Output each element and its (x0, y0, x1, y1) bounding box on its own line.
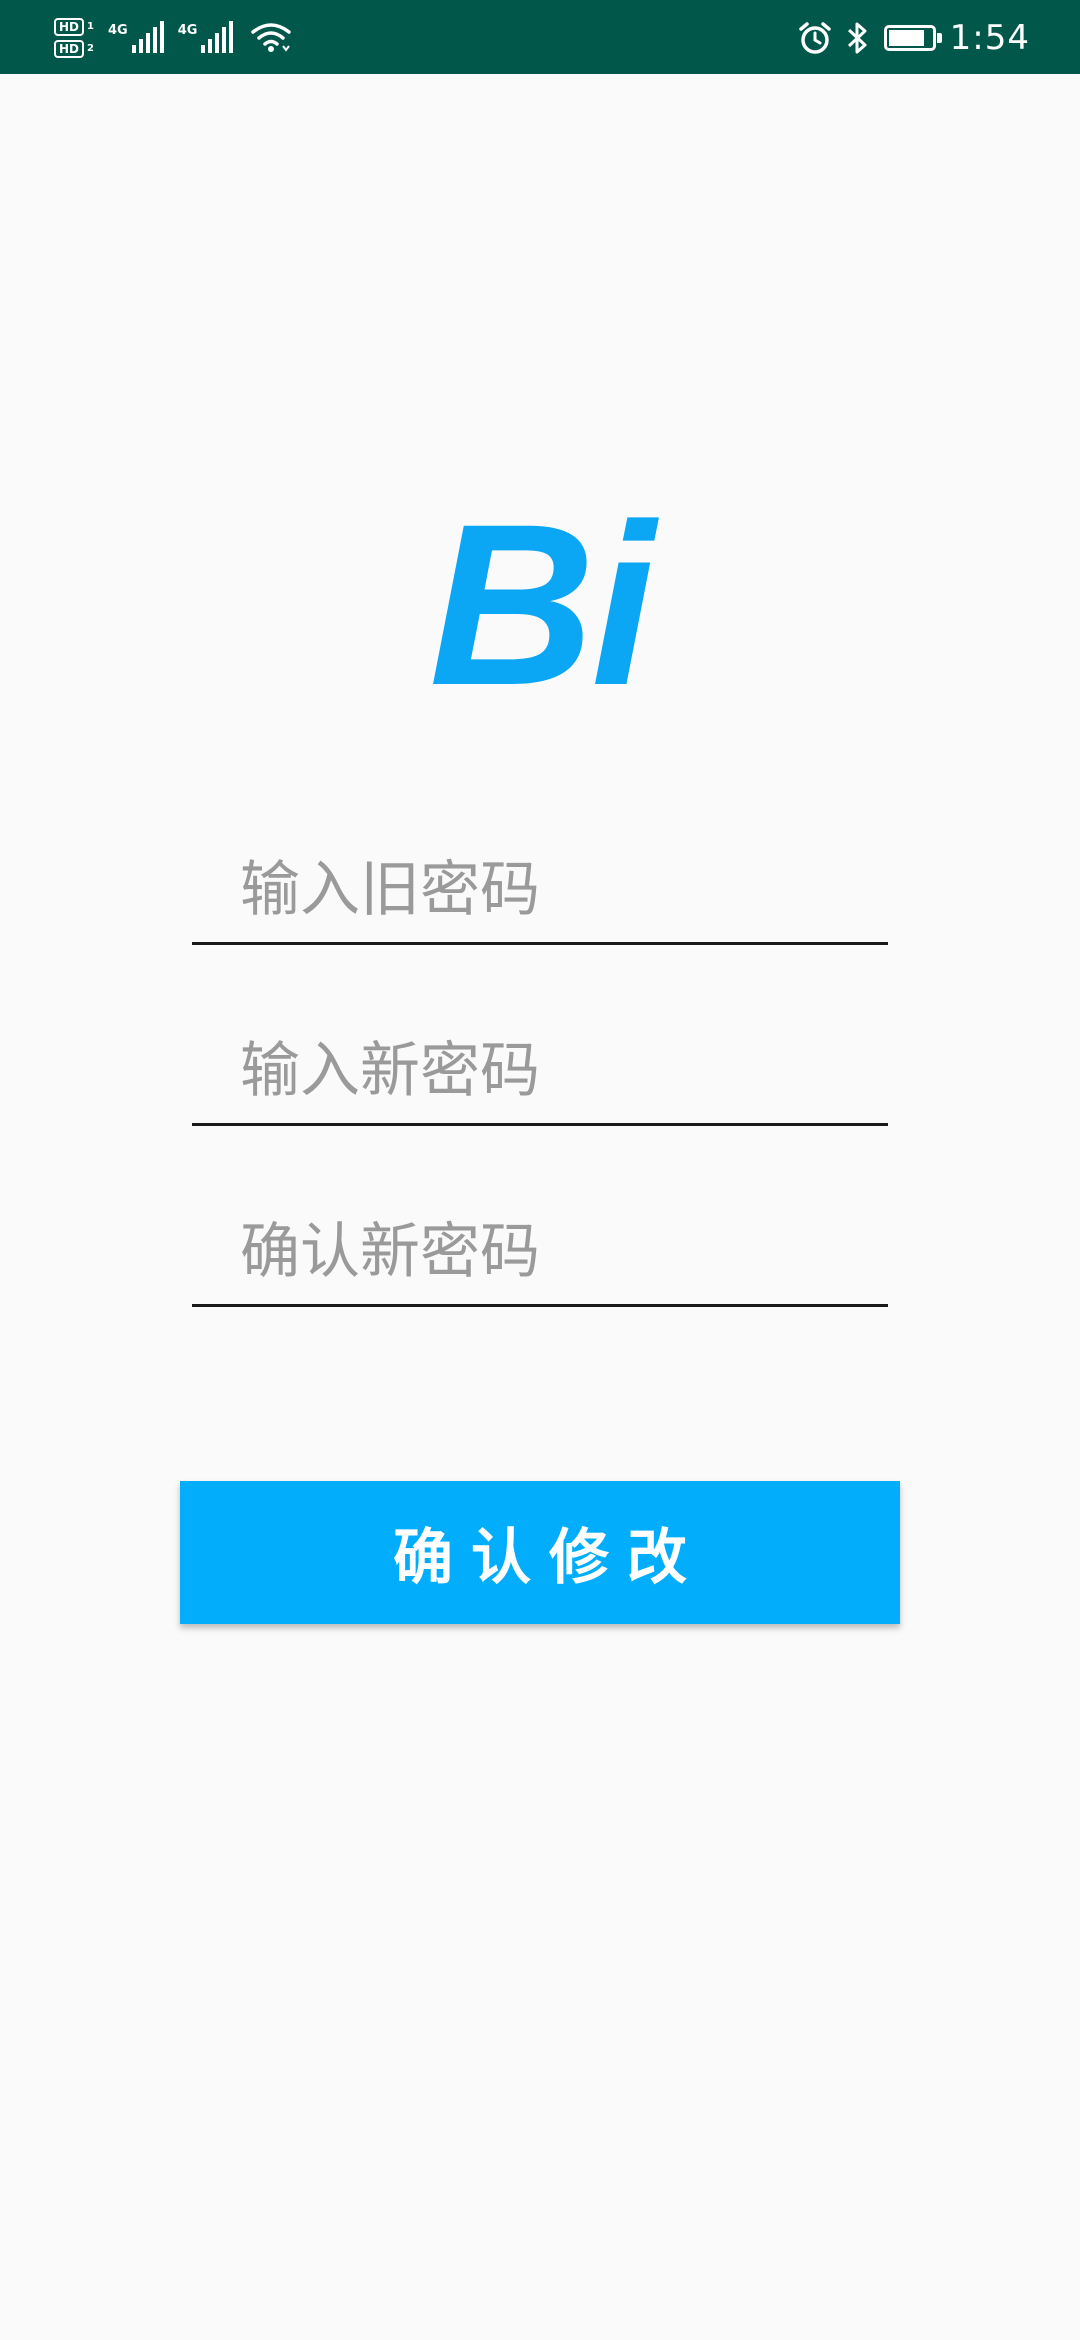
confirm-password-field (192, 1197, 888, 1307)
sim-index: 1 (87, 21, 94, 32)
confirm-password-input[interactable] (240, 1204, 888, 1300)
signal-sim2: 4G (177, 21, 234, 53)
old-password-input[interactable] (240, 842, 888, 938)
battery-charging-icon (883, 25, 942, 51)
app-logo: Bi (429, 476, 655, 733)
signal-icon (131, 21, 164, 53)
battery-fill (888, 30, 924, 46)
signal-icon (201, 21, 234, 53)
volte-indicators: HD 1 HD 2 (54, 18, 94, 58)
status-left: HD 1 HD 2 4G 4G (54, 14, 292, 62)
sim-index: 2 (87, 43, 94, 54)
status-bar: HD 1 HD 2 4G 4G 1:54 (0, 0, 1080, 74)
clock: 1:54 (949, 18, 1030, 58)
new-password-field (192, 1016, 888, 1126)
status-right: 1:54 (798, 14, 1030, 62)
volte-sim1: HD 1 (54, 18, 94, 36)
wifi-icon (251, 23, 292, 52)
confirm-change-button[interactable]: 确认修改 (180, 1481, 900, 1624)
alarm-icon (798, 22, 831, 54)
network-type: 4G (177, 23, 198, 38)
old-password-field (192, 835, 888, 945)
bluetooth-icon (847, 22, 867, 54)
network-type: 4G (107, 23, 128, 38)
signal-sim1: 4G (107, 21, 164, 53)
new-password-input[interactable] (240, 1023, 888, 1119)
hd-badge: HD (54, 40, 85, 58)
volte-sim2: HD 2 (54, 40, 94, 58)
hd-badge: HD (54, 18, 85, 36)
